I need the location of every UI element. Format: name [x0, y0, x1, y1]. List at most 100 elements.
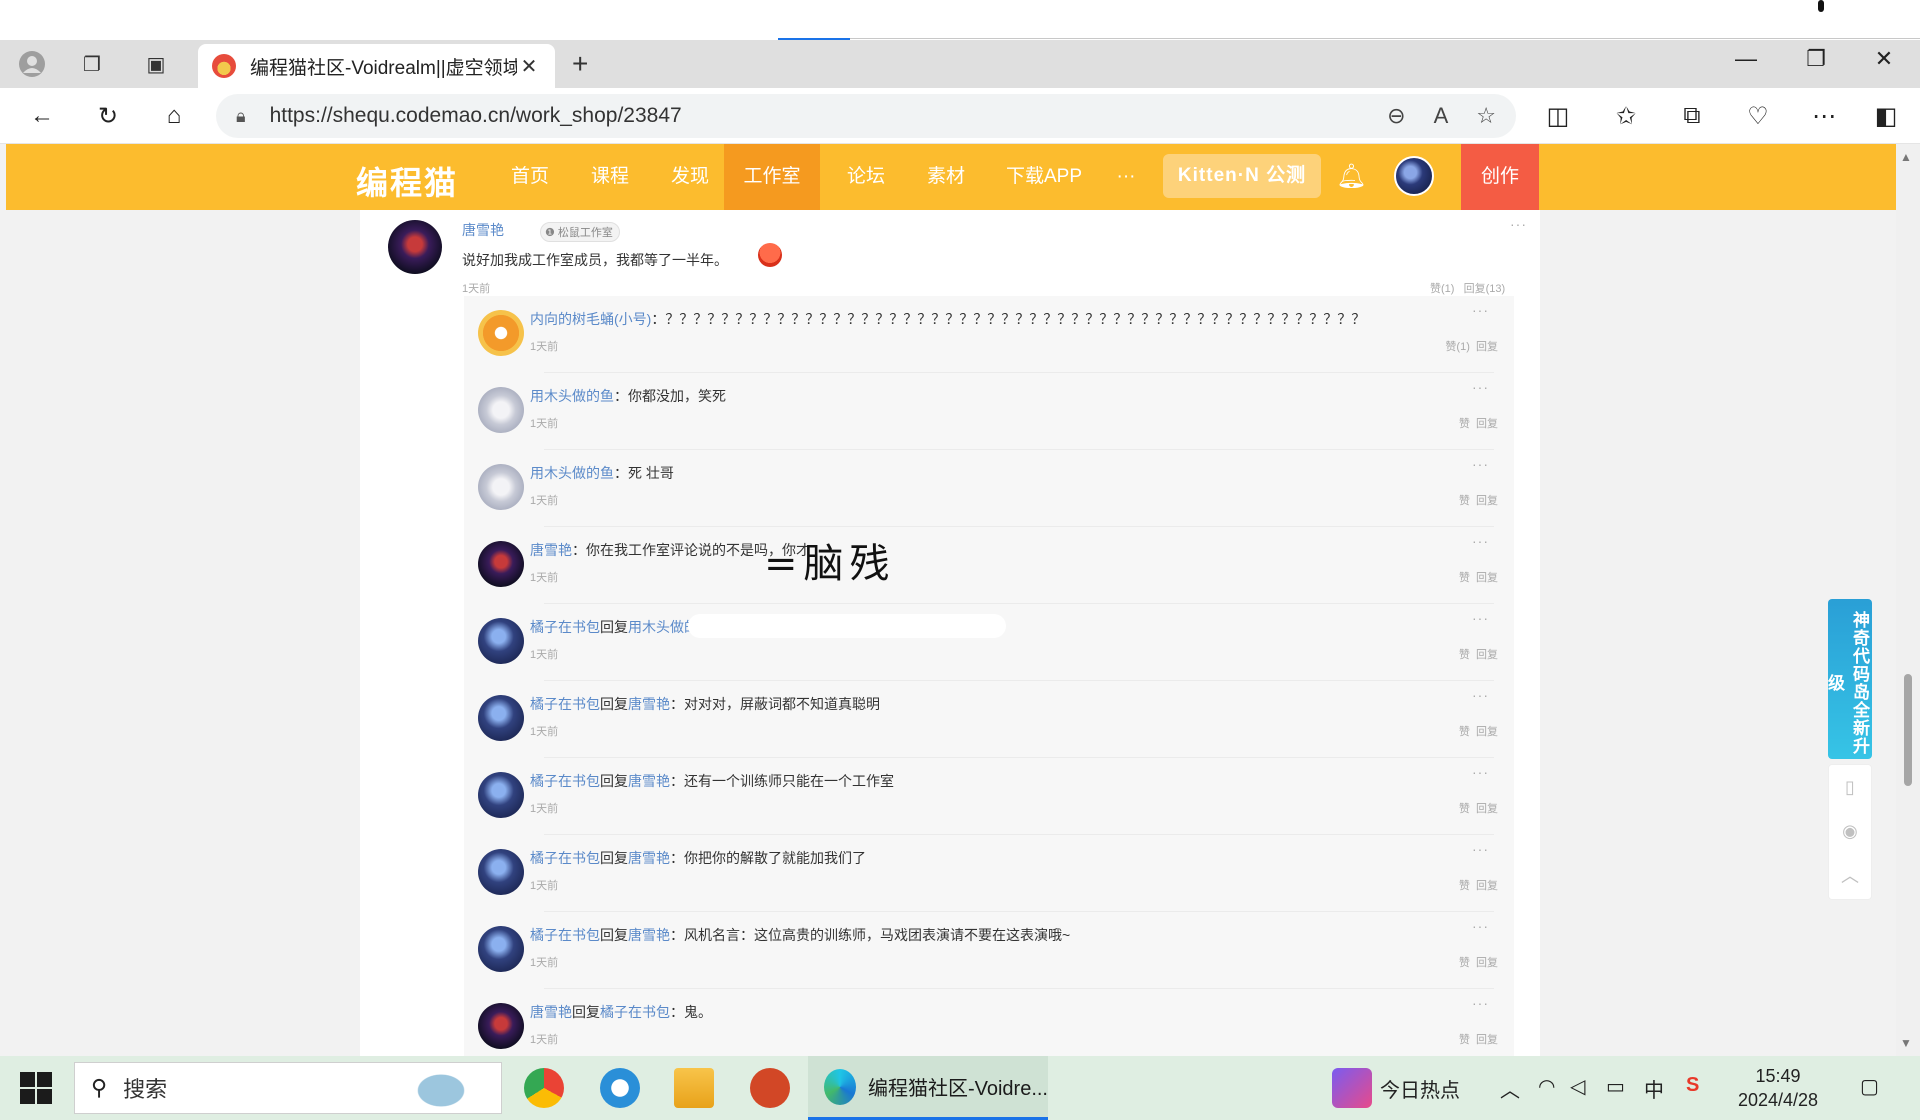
nav-studio[interactable]: 工作室: [724, 144, 820, 210]
avatar[interactable]: [478, 618, 524, 664]
avatar[interactable]: [478, 387, 524, 433]
favorite-star-icon[interactable]: ☆: [1476, 103, 1496, 129]
profile-icon[interactable]: [16, 48, 48, 80]
reply-author[interactable]: 唐雪艳: [530, 542, 572, 558]
reply-button[interactable]: 回复: [1476, 1034, 1498, 1046]
windows-start-icon[interactable]: [20, 1072, 52, 1104]
collections-icon[interactable]: ⧉: [1674, 98, 1710, 134]
avatar[interactable]: [478, 926, 524, 972]
zoom-icon[interactable]: ⊖: [1387, 103, 1405, 129]
phone-icon[interactable]: ▯: [1829, 765, 1871, 809]
like-button[interactable]: 赞: [1459, 572, 1470, 584]
page-scrollbar[interactable]: ▲ ▼: [1896, 144, 1920, 1056]
like-button[interactable]: 赞(1): [1430, 283, 1454, 295]
active-tab[interactable]: 编程猫社区-Voidrealm||虚空领域 ✕: [198, 44, 555, 88]
battery-icon[interactable]: ▭: [1606, 1074, 1625, 1099]
today-hot-label[interactable]: 今日热点: [1380, 1074, 1460, 1103]
split-screen-icon[interactable]: ◫: [1540, 98, 1576, 134]
wifi-icon[interactable]: ◠: [1538, 1074, 1555, 1099]
restore-icon[interactable]: ❐: [1796, 46, 1836, 72]
nav-discover[interactable]: 发现: [660, 144, 720, 210]
taskbar-search[interactable]: ⚲ 搜索: [74, 1062, 502, 1114]
reply-button[interactable]: 回复(13): [1464, 283, 1506, 295]
avatar[interactable]: [478, 695, 524, 741]
more-options-icon[interactable]: ···: [1472, 533, 1489, 549]
ie-icon[interactable]: [600, 1068, 640, 1108]
reply-author[interactable]: 用木头做的鱼: [530, 465, 614, 481]
lock-icon[interactable]: 🔒︎: [236, 106, 246, 127]
reply-target[interactable]: 唐雪艳: [628, 696, 670, 712]
reply-author[interactable]: 橘子在书包: [530, 850, 600, 866]
more-options-icon[interactable]: ···: [1472, 918, 1489, 934]
more-options-icon[interactable]: ···: [1472, 687, 1489, 703]
scroll-thumb[interactable]: [1904, 674, 1912, 786]
browser-essentials-icon[interactable]: ♡: [1740, 98, 1776, 134]
new-tab-button[interactable]: +: [572, 48, 588, 80]
reply-target[interactable]: 唐雪艳: [628, 850, 670, 866]
qq-icon[interactable]: ◉: [1829, 809, 1871, 853]
reply-author[interactable]: 橘子在书包: [530, 773, 600, 789]
comment-author[interactable]: 唐雪艳: [462, 220, 504, 240]
bell-icon[interactable]: 🔔︎: [1336, 162, 1366, 191]
more-options-icon[interactable]: ···: [1510, 216, 1527, 232]
reply-button[interactable]: 回复: [1476, 341, 1498, 353]
reply-button[interactable]: 回复: [1476, 803, 1498, 815]
read-aloud-icon[interactable]: A: [1434, 103, 1449, 129]
taskbar-clock[interactable]: 15:49 2024/4/28: [1736, 1064, 1820, 1112]
avatar[interactable]: [388, 220, 442, 274]
reply-target[interactable]: 唐雪艳: [628, 927, 670, 943]
reply-author[interactable]: 唐雪艳: [530, 1004, 572, 1020]
avatar[interactable]: [478, 772, 524, 818]
more-options-icon[interactable]: ···: [1472, 456, 1489, 472]
url-field[interactable]: 🔒︎ https://shequ.codemao.cn/work_shop/23…: [216, 94, 1516, 138]
back-to-top-icon[interactable]: ︿: [1829, 853, 1871, 897]
scroll-down-icon[interactable]: ▼: [1900, 1036, 1912, 1050]
reply-button[interactable]: 回复: [1476, 649, 1498, 661]
user-avatar[interactable]: [1394, 156, 1434, 196]
notifications-icon[interactable]: ▢: [1860, 1074, 1879, 1099]
settings-more-icon[interactable]: ⋯: [1806, 98, 1842, 134]
reply-author[interactable]: 橘子在书包: [530, 696, 600, 712]
show-hidden-icons-icon[interactable]: ︿: [1500, 1074, 1520, 1103]
nav-download-app[interactable]: 下载APP: [996, 144, 1092, 210]
like-button[interactable]: 赞: [1459, 495, 1470, 507]
avatar[interactable]: [478, 464, 524, 510]
reply-author[interactable]: 橘子在书包: [530, 619, 600, 635]
home-icon[interactable]: ⌂: [156, 98, 192, 134]
scroll-up-icon[interactable]: ▲: [1900, 150, 1912, 164]
side-ad-banner[interactable]: 神奇代码岛全新升级: [1825, 599, 1872, 759]
more-options-icon[interactable]: ···: [1472, 379, 1489, 395]
sogou-icon[interactable]: S: [1686, 1074, 1699, 1097]
like-button[interactable]: 赞: [1459, 957, 1470, 969]
reply-target[interactable]: 橘子在书包: [600, 1004, 670, 1020]
url-text[interactable]: https://shequ.codemao.cn/work_shop/23847: [270, 104, 1360, 128]
nav-home[interactable]: 首页: [500, 144, 560, 210]
reply-author[interactable]: 橘子在书包: [530, 927, 600, 943]
nav-forum[interactable]: 论坛: [836, 144, 896, 210]
favorites-icon[interactable]: ✩: [1608, 98, 1644, 134]
reply-button[interactable]: 回复: [1476, 418, 1498, 430]
back-icon[interactable]: ←: [24, 98, 60, 134]
avatar[interactable]: [478, 1003, 524, 1049]
taskbar-edge-window[interactable]: 编程猫社区-Voidre...: [808, 1056, 1048, 1120]
avatar[interactable]: [478, 541, 524, 587]
reply-button[interactable]: 回复: [1476, 726, 1498, 738]
vertical-tabs-icon[interactable]: ▣: [140, 48, 172, 80]
like-button[interactable]: 赞: [1459, 649, 1470, 661]
file-explorer-icon[interactable]: [674, 1068, 714, 1108]
collections-tabs-icon[interactable]: ❐: [76, 48, 108, 80]
reply-button[interactable]: 回复: [1476, 495, 1498, 507]
codemao-logo[interactable]: 编程猫: [356, 158, 458, 204]
like-button[interactable]: 赞: [1459, 726, 1470, 738]
chrome-icon[interactable]: [524, 1068, 564, 1108]
like-button[interactable]: 赞: [1459, 880, 1470, 892]
like-button[interactable]: 赞: [1459, 418, 1470, 430]
powerpoint-icon[interactable]: [750, 1068, 790, 1108]
more-options-icon[interactable]: ···: [1472, 302, 1489, 318]
tab-close-icon[interactable]: ✕: [517, 54, 541, 79]
avatar[interactable]: [478, 310, 524, 356]
like-button[interactable]: 赞(1): [1445, 341, 1469, 353]
volume-icon[interactable]: ◁: [1570, 1074, 1585, 1099]
like-button[interactable]: 赞: [1459, 803, 1470, 815]
sidebar-toggle-icon[interactable]: ◧: [1868, 98, 1904, 134]
